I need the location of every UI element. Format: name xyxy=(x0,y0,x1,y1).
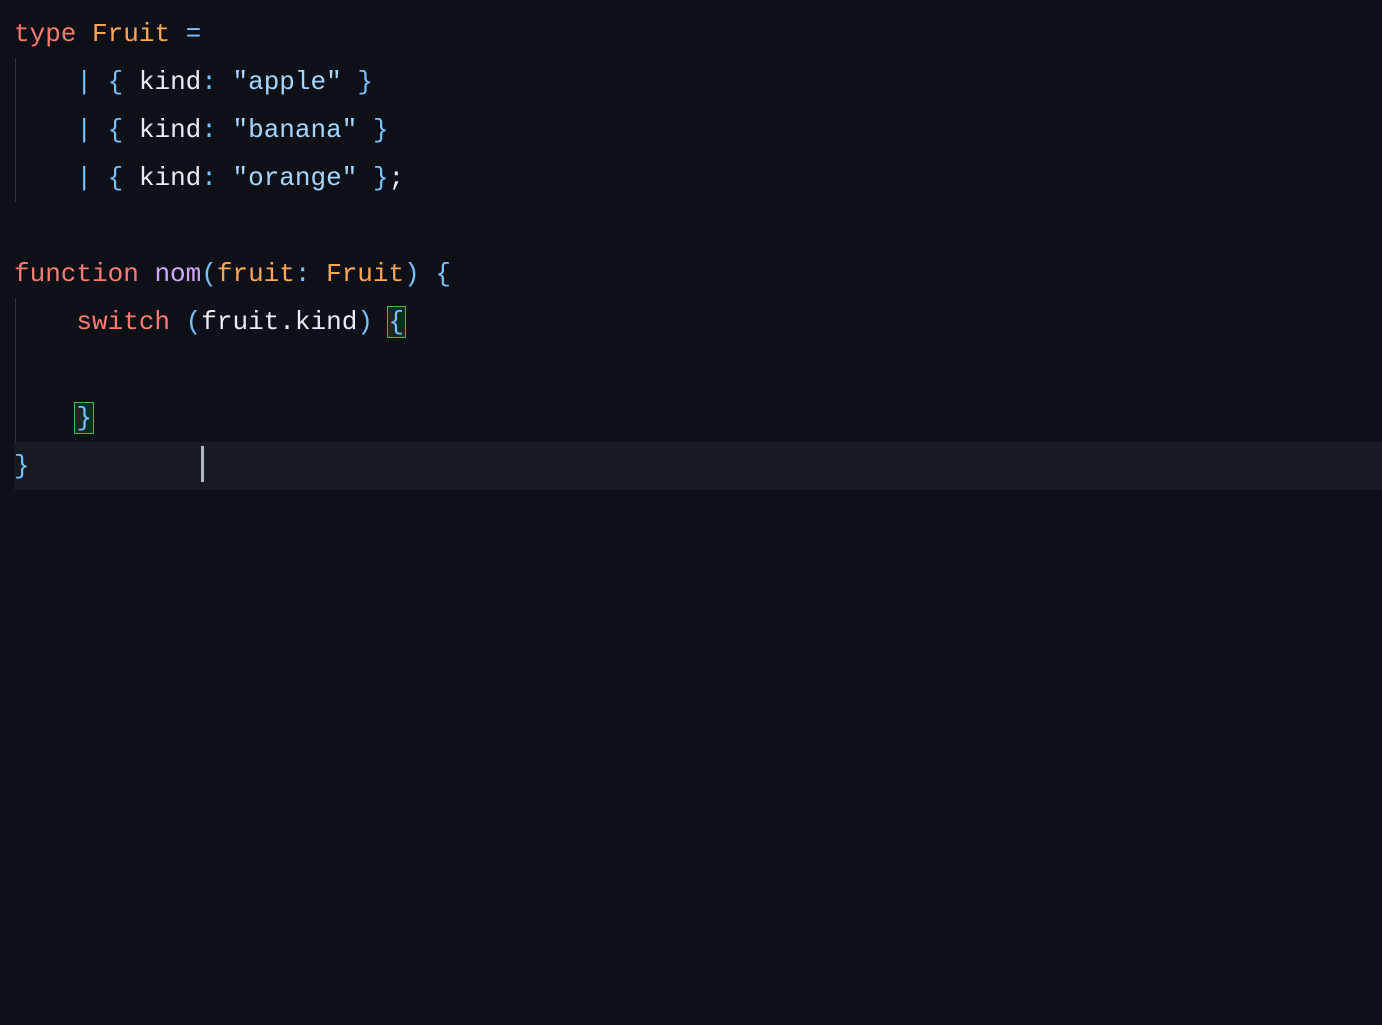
code-line[interactable]: } xyxy=(14,442,1382,490)
keyword-switch: switch xyxy=(76,307,170,337)
equals-operator: = xyxy=(186,19,202,49)
string-literal: "banana" xyxy=(233,115,358,145)
code-line[interactable]: type Fruit = xyxy=(14,10,1382,58)
parameter-name: fruit xyxy=(217,259,295,289)
close-brace: } xyxy=(373,115,389,145)
keyword-type: type xyxy=(14,19,76,49)
function-name: nom xyxy=(154,259,201,289)
open-brace: { xyxy=(108,163,124,193)
open-paren: ( xyxy=(201,259,217,289)
bracket-match-close: } xyxy=(74,402,94,434)
code-line[interactable]: | { kind: "orange" }; xyxy=(14,154,1382,202)
open-brace: { xyxy=(108,115,124,145)
close-brace: } xyxy=(14,451,30,481)
bracket-match-open: { xyxy=(387,306,407,338)
close-brace: } xyxy=(357,67,373,97)
type-name: Fruit xyxy=(92,19,170,49)
close-brace: } xyxy=(373,163,389,193)
keyword-function: function xyxy=(14,259,139,289)
text-cursor xyxy=(201,446,204,482)
code-line-active[interactable] xyxy=(14,346,1382,394)
union-pipe: | xyxy=(76,115,92,145)
open-brace: { xyxy=(435,259,451,289)
property-access: kind xyxy=(295,307,357,337)
open-brace: { xyxy=(108,67,124,97)
code-editor[interactable]: type Fruit = | { kind: "apple" } | { kin… xyxy=(0,0,1382,490)
code-line[interactable]: | { kind: "banana" } xyxy=(14,106,1382,154)
property-kind: kind xyxy=(139,163,201,193)
union-pipe: | xyxy=(76,67,92,97)
variable-name: fruit xyxy=(201,307,279,337)
code-line[interactable]: | { kind: "apple" } xyxy=(14,58,1382,106)
close-paren: ) xyxy=(357,307,373,337)
property-kind: kind xyxy=(139,67,201,97)
string-literal: "apple" xyxy=(233,67,342,97)
union-pipe: | xyxy=(76,163,92,193)
close-paren: ) xyxy=(404,259,420,289)
code-line[interactable]: switch (fruit.kind) { xyxy=(14,298,1382,346)
type-reference: Fruit xyxy=(326,259,404,289)
code-line[interactable]: } xyxy=(14,394,1382,442)
code-line[interactable] xyxy=(14,202,1382,250)
semicolon: ; xyxy=(389,163,405,193)
code-line[interactable]: function nom(fruit: Fruit) { xyxy=(14,250,1382,298)
property-kind: kind xyxy=(139,115,201,145)
string-literal: "orange" xyxy=(233,163,358,193)
open-paren: ( xyxy=(186,307,202,337)
